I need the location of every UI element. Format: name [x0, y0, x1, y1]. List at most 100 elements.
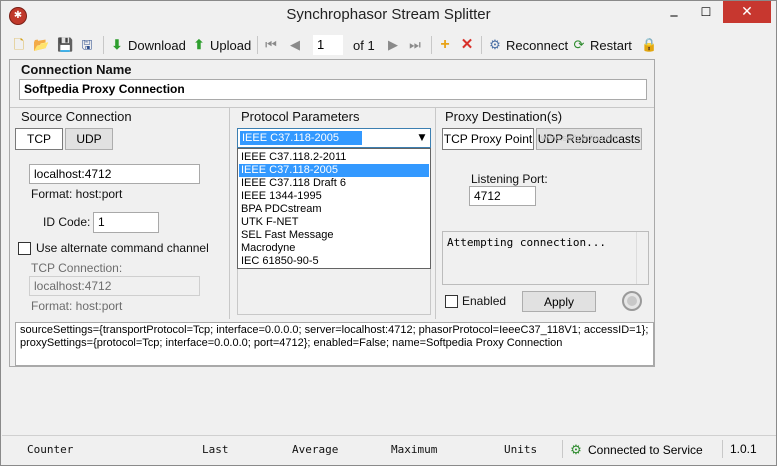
source-address-input[interactable]: localhost:4712 — [29, 164, 200, 184]
service-status-label: Connected to Service — [588, 443, 703, 457]
protocol-option[interactable]: IEEE C37.118-2005 — [239, 164, 429, 177]
delete-button[interactable]: ✕ — [459, 34, 478, 56]
lock-icon: 🔒 — [641, 37, 658, 52]
service-connected-icon: ⚙ — [570, 442, 582, 457]
add-plus-icon: + — [440, 36, 450, 53]
protocol-option[interactable]: IEEE C37.118 Draft 6 — [239, 177, 429, 190]
log-message: Attempting connection... — [447, 236, 606, 249]
toolbar-separator — [481, 36, 482, 54]
main-window: ✱ Synchrophasor Stream Splitter _ ☐ ✕ 🗋 … — [0, 0, 777, 466]
last-record-icon: ⏭ — [409, 37, 421, 52]
save-icon: 💾 — [57, 37, 74, 52]
page-number-input[interactable]: 1 — [313, 35, 343, 55]
upload-arrow-icon: ⬆ — [193, 37, 205, 52]
service-status: ⚙ Connected to Service — [568, 442, 703, 458]
next-record-icon: ▶ — [388, 37, 398, 52]
reconnect-label: Reconnect — [506, 37, 569, 53]
protocol-panel-border — [237, 269, 431, 315]
connection-name-heading: Connection Name — [21, 62, 132, 77]
save-all-icon: 🖫 — [81, 37, 93, 52]
protocol-option[interactable]: Macrodyne — [239, 242, 429, 255]
save-button[interactable]: 💾 — [57, 34, 76, 56]
new-file-icon: 🗋 — [13, 37, 25, 52]
restart-label: Restart — [590, 37, 632, 53]
average-column: Average — [292, 443, 339, 456]
chevron-down-icon[interactable]: ▼ — [415, 130, 429, 146]
protocol-option[interactable]: BPA PDCstream — [239, 203, 429, 216]
proxy-tcp-tab[interactable]: TCP Proxy Point — [442, 128, 534, 150]
source-connection-heading: Source Connection — [21, 109, 132, 124]
alternate-channel-checkbox[interactable] — [18, 242, 31, 255]
connection-name-input[interactable]: Softpedia Proxy Connection — [19, 79, 647, 100]
last-column: Last — [202, 443, 229, 456]
first-record-icon: ⏮ — [265, 37, 277, 52]
restart-button[interactable]: ⟳ Restart — [571, 34, 632, 56]
upload-button[interactable]: ⬆ Upload — [191, 34, 252, 56]
section-divider — [229, 108, 230, 319]
toolbar-separator — [431, 36, 432, 54]
open-button[interactable]: 📂 — [33, 34, 52, 56]
save-all-button[interactable]: 🖫 — [79, 34, 98, 56]
reconnect-button[interactable]: ⚙ Reconnect — [487, 34, 568, 56]
next-record-button[interactable]: ▶ — [385, 34, 404, 56]
section-divider — [10, 107, 654, 108]
close-window-button[interactable]: ✕ — [723, 1, 771, 23]
minimize-button[interactable]: _ — [659, 1, 689, 23]
upload-label: Upload — [210, 37, 252, 53]
source-tcp-tab[interactable]: TCP — [15, 128, 63, 150]
watermark-text: www.softpedia.com — [541, 133, 619, 143]
maximum-column: Maximum — [391, 443, 438, 456]
protocol-selected-value: IEEE C37.118-2005 — [240, 131, 362, 145]
restart-icon: ⟳ — [573, 37, 585, 52]
connection-settings-text[interactable]: sourceSettings={transportProtocol=Tcp; i… — [15, 322, 654, 366]
protocol-dropdown-list: IEEE C37.118.2-2011 IEEE C37.118-2005 IE… — [237, 148, 431, 269]
listening-port-label: Listening Port: — [471, 172, 548, 186]
protocol-option[interactable]: IEEE C37.118.2-2011 — [239, 151, 429, 164]
status-separator — [722, 440, 723, 458]
protocol-option[interactable]: UTK F-NET — [239, 216, 429, 229]
toolbar-separator — [257, 36, 258, 54]
status-separator — [562, 440, 563, 458]
tcp-connection-input[interactable]: localhost:4712 — [29, 276, 200, 296]
page-count: of 1 — [353, 37, 375, 53]
id-code-label: ID Code: — [43, 215, 91, 229]
source-udp-tab[interactable]: UDP — [65, 128, 113, 150]
title-bar[interactable]: ✱ Synchrophasor Stream Splitter _ ☐ ✕ — [1, 1, 776, 31]
version-label: 1.0.1 — [730, 442, 757, 456]
add-button[interactable]: + — [437, 34, 456, 56]
previous-record-button[interactable]: ◀ — [287, 34, 306, 56]
lock-button[interactable]: 🔒 — [641, 34, 660, 56]
protocol-option[interactable]: IEC 61850-90-5 — [239, 255, 429, 268]
toolbar-separator — [103, 36, 104, 54]
open-folder-icon: 📂 — [33, 37, 50, 52]
status-bar: Counter Last Average Maximum Units ⚙ Conn… — [2, 435, 776, 463]
id-code-input[interactable]: 1 — [93, 212, 159, 233]
listening-port-input[interactable]: 4712 — [469, 186, 536, 206]
protocol-option[interactable]: IEEE 1344-1995 — [239, 190, 429, 203]
tcp-connection-label: TCP Connection: — [31, 261, 123, 275]
protocol-option[interactable]: SEL Fast Message — [239, 229, 429, 242]
reconnect-gear-icon: ⚙ — [489, 37, 501, 52]
tcp-format-hint: Format: host:port — [31, 299, 123, 313]
source-format-hint: Format: host:port — [31, 187, 123, 201]
maximize-button[interactable]: ☐ — [691, 1, 721, 23]
download-button[interactable]: ⬇ Download — [109, 34, 186, 56]
last-record-button[interactable]: ⏭ — [407, 34, 426, 56]
previous-record-icon: ◀ — [290, 37, 300, 52]
connection-log: Attempting connection... — [442, 231, 649, 285]
section-divider — [435, 108, 436, 319]
status-indicator-icon — [622, 291, 642, 311]
alternate-channel-label: Use alternate command channel — [36, 241, 209, 255]
protocol-select[interactable]: IEEE C37.118-2005 ▼ — [237, 128, 431, 148]
enabled-label: Enabled — [462, 294, 507, 308]
enabled-checkbox[interactable] — [445, 295, 458, 308]
protocol-parameters-heading: Protocol Parameters — [241, 109, 360, 124]
apply-button[interactable]: Apply — [522, 291, 596, 312]
log-scrollbar[interactable] — [636, 232, 648, 284]
first-record-button[interactable]: ⏮ — [263, 34, 282, 56]
proxy-destination-heading: Proxy Destination(s) — [445, 109, 563, 124]
download-arrow-icon: ⬇ — [111, 37, 123, 52]
units-column: Units — [504, 443, 538, 456]
counter-column: Counter — [27, 443, 74, 456]
new-button[interactable]: 🗋 — [11, 34, 30, 56]
